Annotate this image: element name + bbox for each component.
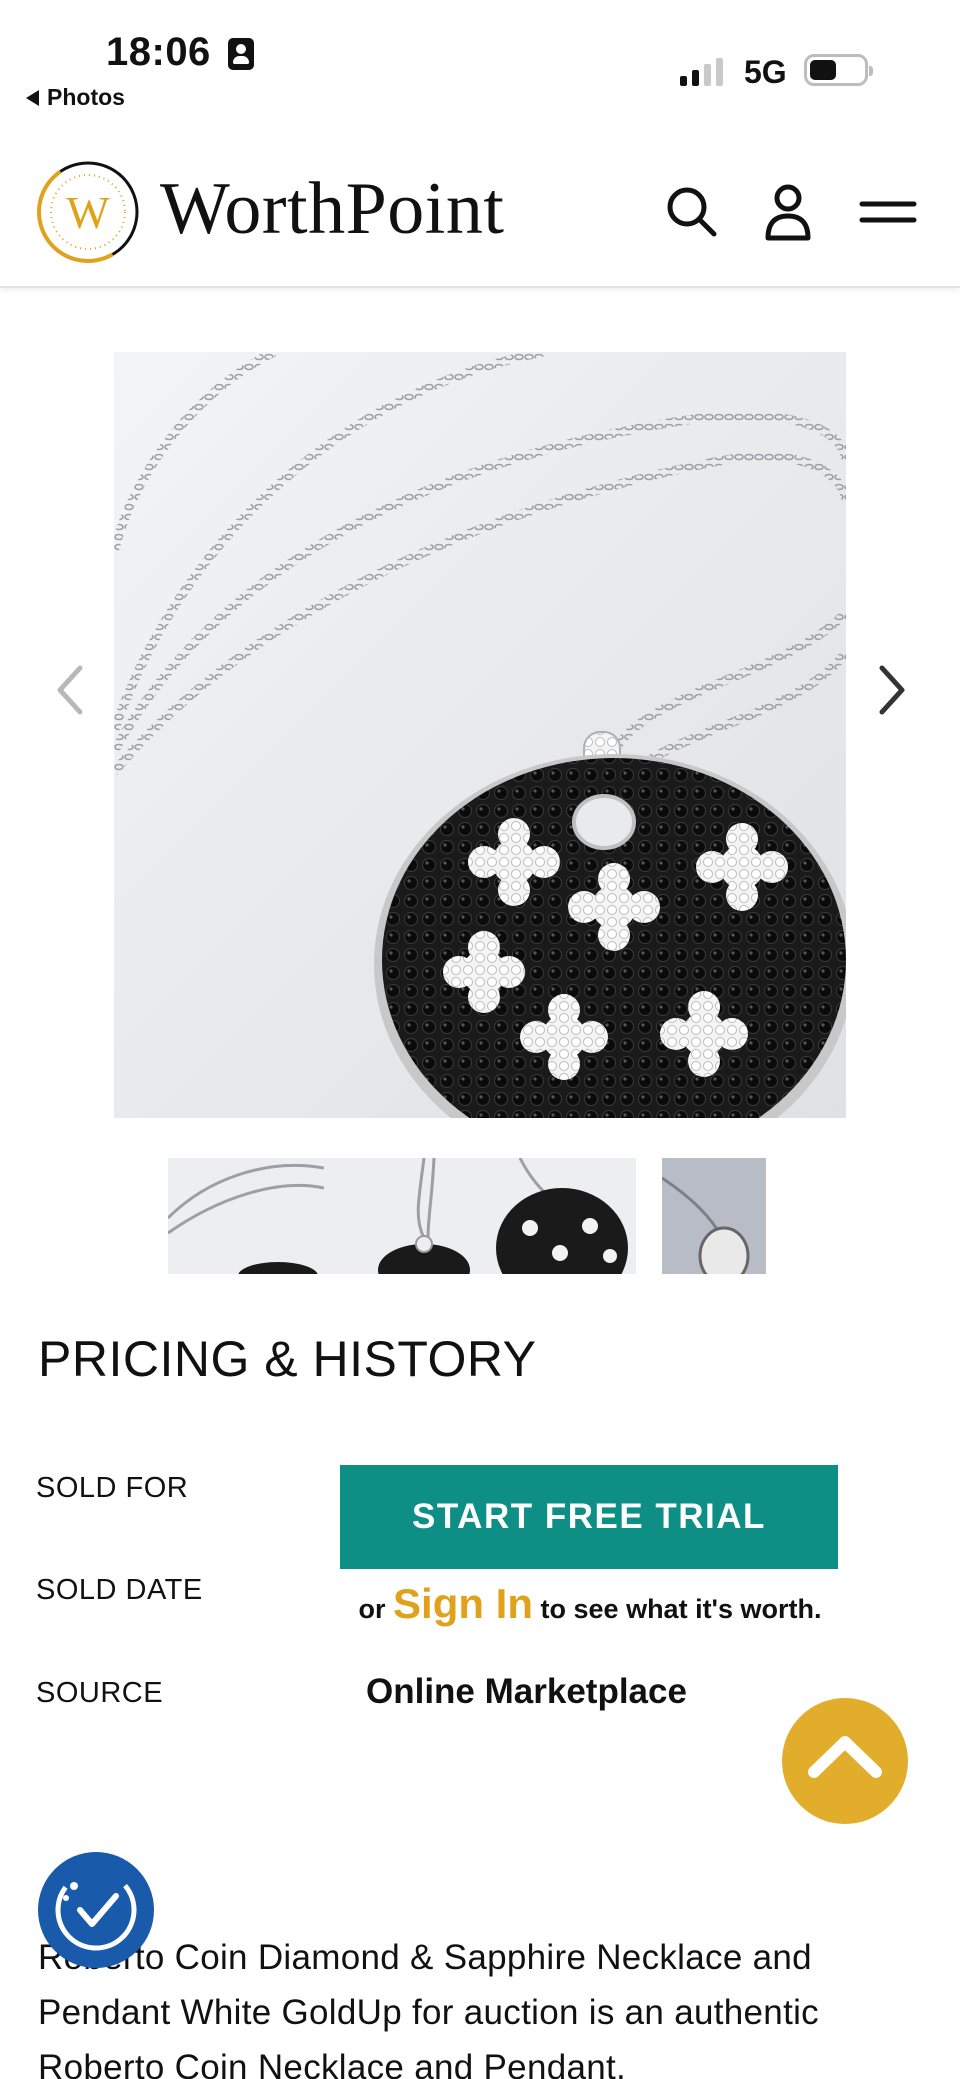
sign-in-prompt: or Sign In to see what it's worth. xyxy=(340,1580,840,1628)
necklace-photo xyxy=(114,352,846,1118)
accessibility-check-icon xyxy=(55,1869,137,1951)
contact-card-icon xyxy=(228,38,254,70)
thumbnail-4[interactable] xyxy=(662,1158,766,1274)
sold-date-label: SOLD DATE xyxy=(36,1574,203,1606)
sold-for-label: SOLD FOR xyxy=(36,1472,189,1504)
battery-icon xyxy=(804,54,873,86)
chevron-up-icon xyxy=(808,1736,882,1778)
thumbnail-2[interactable] xyxy=(324,1158,480,1274)
source-value: Online Marketplace xyxy=(366,1672,687,1711)
search-icon[interactable] xyxy=(660,180,724,244)
accessibility-button[interactable] xyxy=(38,1852,154,1968)
status-time: 18:06 xyxy=(106,30,211,74)
scroll-to-top-button[interactable] xyxy=(782,1698,908,1824)
thumbnail-3[interactable] xyxy=(480,1158,636,1274)
back-to-photos-link[interactable]: Photos xyxy=(26,84,125,111)
sign-in-link[interactable]: Sign In xyxy=(393,1580,533,1627)
chevron-right-icon[interactable] xyxy=(872,660,912,720)
source-label: SOURCE xyxy=(36,1677,164,1709)
signin-suffix: to see what it's worth. xyxy=(540,1594,822,1624)
site-header: W WorthPoint xyxy=(0,120,960,288)
product-main-image[interactable] xyxy=(114,352,846,1118)
signin-prefix: or xyxy=(358,1594,386,1624)
back-arrow-icon xyxy=(26,89,39,106)
pricing-history-title: PRICING & HISTORY xyxy=(38,1331,537,1387)
brand-name[interactable]: WorthPoint xyxy=(160,172,504,246)
cellular-signal-icon xyxy=(680,58,723,86)
item-description: Roberto Coin Diamond & Sapphire Necklace… xyxy=(38,1938,819,2079)
chevron-left-icon[interactable] xyxy=(50,660,90,720)
worthpoint-logo-icon[interactable]: W xyxy=(36,160,140,264)
logo-letter: W xyxy=(66,187,110,238)
status-bar: 18:06 Photos 5G xyxy=(0,0,960,120)
back-label: Photos xyxy=(47,84,125,110)
thumbnail-1[interactable] xyxy=(168,1158,324,1274)
user-account-icon[interactable] xyxy=(756,180,820,244)
network-type: 5G xyxy=(744,54,787,90)
hamburger-menu-icon[interactable] xyxy=(858,180,918,244)
start-free-trial-button[interactable]: START FREE TRIAL xyxy=(340,1465,838,1569)
